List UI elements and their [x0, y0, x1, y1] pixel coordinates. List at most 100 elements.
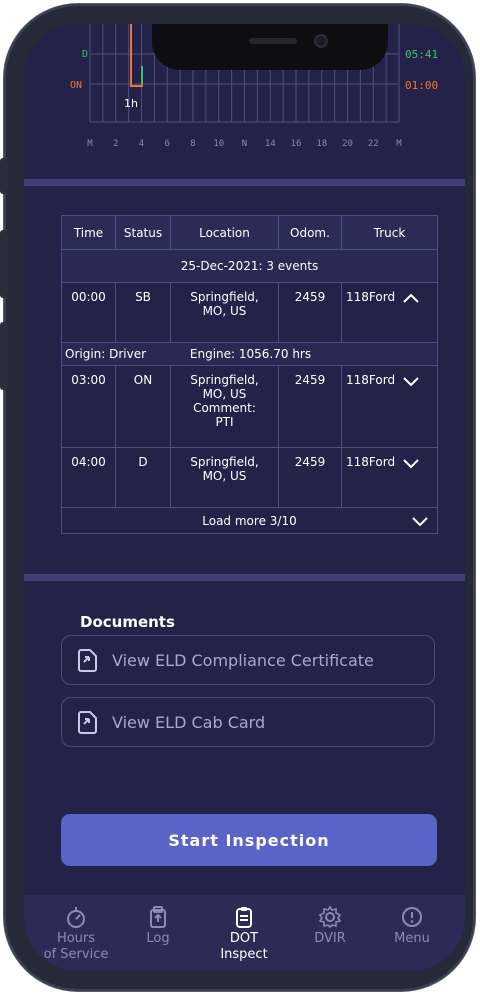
date-group-row: 25-Dec-2021: 3 events [61, 249, 438, 283]
location-line2: MO, US [202, 387, 247, 401]
documents-title: Documents [80, 613, 175, 631]
event-truck: 118Ford [341, 365, 438, 448]
document-icon [78, 649, 97, 672]
doc-button-label: View ELD Compliance Certificate [112, 650, 374, 670]
nav-log[interactable]: Log [116, 895, 200, 971]
header-truck: Truck [341, 215, 438, 250]
event-status: SB [115, 282, 171, 343]
nav-label: DVIR [314, 931, 346, 946]
bottom-nav: Hours of Service Log DOT Inspect DVIR Me… [24, 895, 465, 971]
table-row[interactable]: 04:00 D Springfield, MO, US 2459 118Ford [61, 447, 438, 508]
axis-tick: 10 [213, 139, 225, 149]
meta-cell: Origin: Driver Engine: 1056.70 hrs [61, 342, 438, 366]
origin-text: Origin: Driver [65, 347, 147, 361]
event-location: Springfield, MO, US [170, 282, 279, 343]
on-duty-line [130, 24, 143, 87]
nav-label: Log [146, 931, 170, 946]
comment-label: Comment: [193, 401, 256, 415]
event-odom: 2459 [278, 447, 342, 508]
log-events-table: Time Status Location Odom. Truck 25-Dec-… [61, 215, 438, 534]
axis-tick: M [396, 139, 402, 149]
engine-text: Engine: 1056.70 hrs [189, 347, 312, 361]
view-compliance-certificate-button[interactable]: View ELD Compliance Certificate [61, 635, 435, 685]
chevron-down-icon[interactable] [402, 375, 420, 387]
truck-label: 118Ford [346, 455, 396, 469]
location-line1: Springfield, [190, 455, 259, 469]
stopwatch-icon [67, 907, 85, 928]
table-row[interactable]: 00:00 SB Springfield, MO, US 2459 118For… [61, 282, 438, 343]
truck-label: 118Ford [346, 290, 396, 304]
chevron-up-icon[interactable] [402, 292, 420, 304]
clipboard-icon [236, 907, 252, 928]
event-truck: 118Ford [341, 282, 438, 343]
phone-volume-up [0, 230, 8, 298]
header-time: Time [61, 215, 116, 250]
time-axis: M 2 4 6 8 10 N 14 16 18 20 22 M [24, 139, 465, 155]
location-line1: Springfield, [190, 290, 259, 304]
nav-hours-of-service[interactable]: Hours of Service [34, 895, 118, 971]
view-cab-card-button[interactable]: View ELD Cab Card [61, 697, 435, 747]
event-location: Springfield, MO, US [170, 447, 279, 508]
load-more-row[interactable]: Load more 3/10 [61, 507, 438, 534]
chevron-down-icon[interactable] [402, 457, 420, 469]
load-more-button[interactable]: Load more 3/10 [202, 514, 296, 528]
axis-tick: 22 [367, 139, 379, 149]
nav-label: DOT [229, 931, 259, 946]
app-screen: D ON 05:41 01:00 1h M 2 4 6 8 10 N 14 16 18 20 22 M … [24, 24, 465, 971]
axis-tick: 6 [164, 139, 170, 149]
header-odom: Odom. [278, 215, 342, 250]
axis-tick: 2 [113, 139, 119, 149]
event-location: Springfield, MO, US Comment: PTI [170, 365, 279, 448]
event-status: ON [115, 365, 171, 448]
gear-icon [318, 905, 342, 929]
location-line1: Springfield, [190, 373, 259, 387]
hour-marker: 1h [124, 97, 138, 110]
doc-button-label: View ELD Cab Card [112, 712, 266, 732]
phone-volume-down [0, 322, 8, 390]
axis-tick: 4 [138, 139, 145, 149]
expanded-meta-row: Origin: Driver Engine: 1056.70 hrs [61, 342, 438, 366]
section-divider [24, 574, 465, 581]
on-duty-row-label: ON [70, 80, 83, 91]
driving-row-label: D [82, 49, 89, 60]
axis-tick: 16 [290, 139, 302, 149]
axis-tick: 14 [264, 139, 276, 149]
event-time: 04:00 [61, 447, 116, 508]
chevron-down-icon[interactable] [411, 515, 429, 527]
axis-tick: 8 [190, 139, 196, 149]
location-line2: MO, US [202, 304, 247, 318]
event-odom: 2459 [278, 282, 342, 343]
section-divider [24, 179, 465, 186]
nav-menu[interactable]: Menu [370, 895, 454, 971]
nav-label: Hours [56, 931, 96, 946]
event-truck: 118Ford [341, 447, 438, 508]
comment-text: PTI [215, 415, 234, 429]
camera [314, 34, 328, 48]
axis-tick: M [87, 139, 93, 149]
info-icon [402, 907, 422, 927]
load-more-cell[interactable]: Load more 3/10 [61, 507, 438, 534]
event-status: D [115, 447, 171, 508]
document-icon [78, 711, 97, 734]
driving-total: 05:41 [405, 48, 439, 61]
header-location: Location [170, 215, 279, 250]
start-inspection-button[interactable]: Start Inspection [61, 814, 437, 866]
nav-dvir[interactable]: DVIR [288, 895, 372, 971]
location-line2: MO, US [202, 469, 247, 483]
phone-side-button [0, 158, 8, 194]
nav-dot-inspect[interactable]: DOT Inspect [202, 895, 286, 971]
on-duty-total: 01:00 [405, 79, 439, 92]
nav-label: Menu [394, 931, 430, 946]
speaker [249, 38, 297, 44]
log-icon [150, 906, 166, 928]
event-time: 03:00 [61, 365, 116, 448]
event-time: 00:00 [61, 282, 116, 343]
event-odom: 2459 [278, 365, 342, 448]
nav-label: Inspect [220, 947, 268, 962]
header-status: Status [115, 215, 171, 250]
table-row[interactable]: 03:00 ON Springfield, MO, US Comment: PT… [61, 365, 438, 448]
nav-label: of Service [43, 947, 109, 962]
axis-tick: 20 [342, 139, 353, 149]
notch [152, 24, 388, 70]
axis-tick: N [241, 139, 248, 149]
